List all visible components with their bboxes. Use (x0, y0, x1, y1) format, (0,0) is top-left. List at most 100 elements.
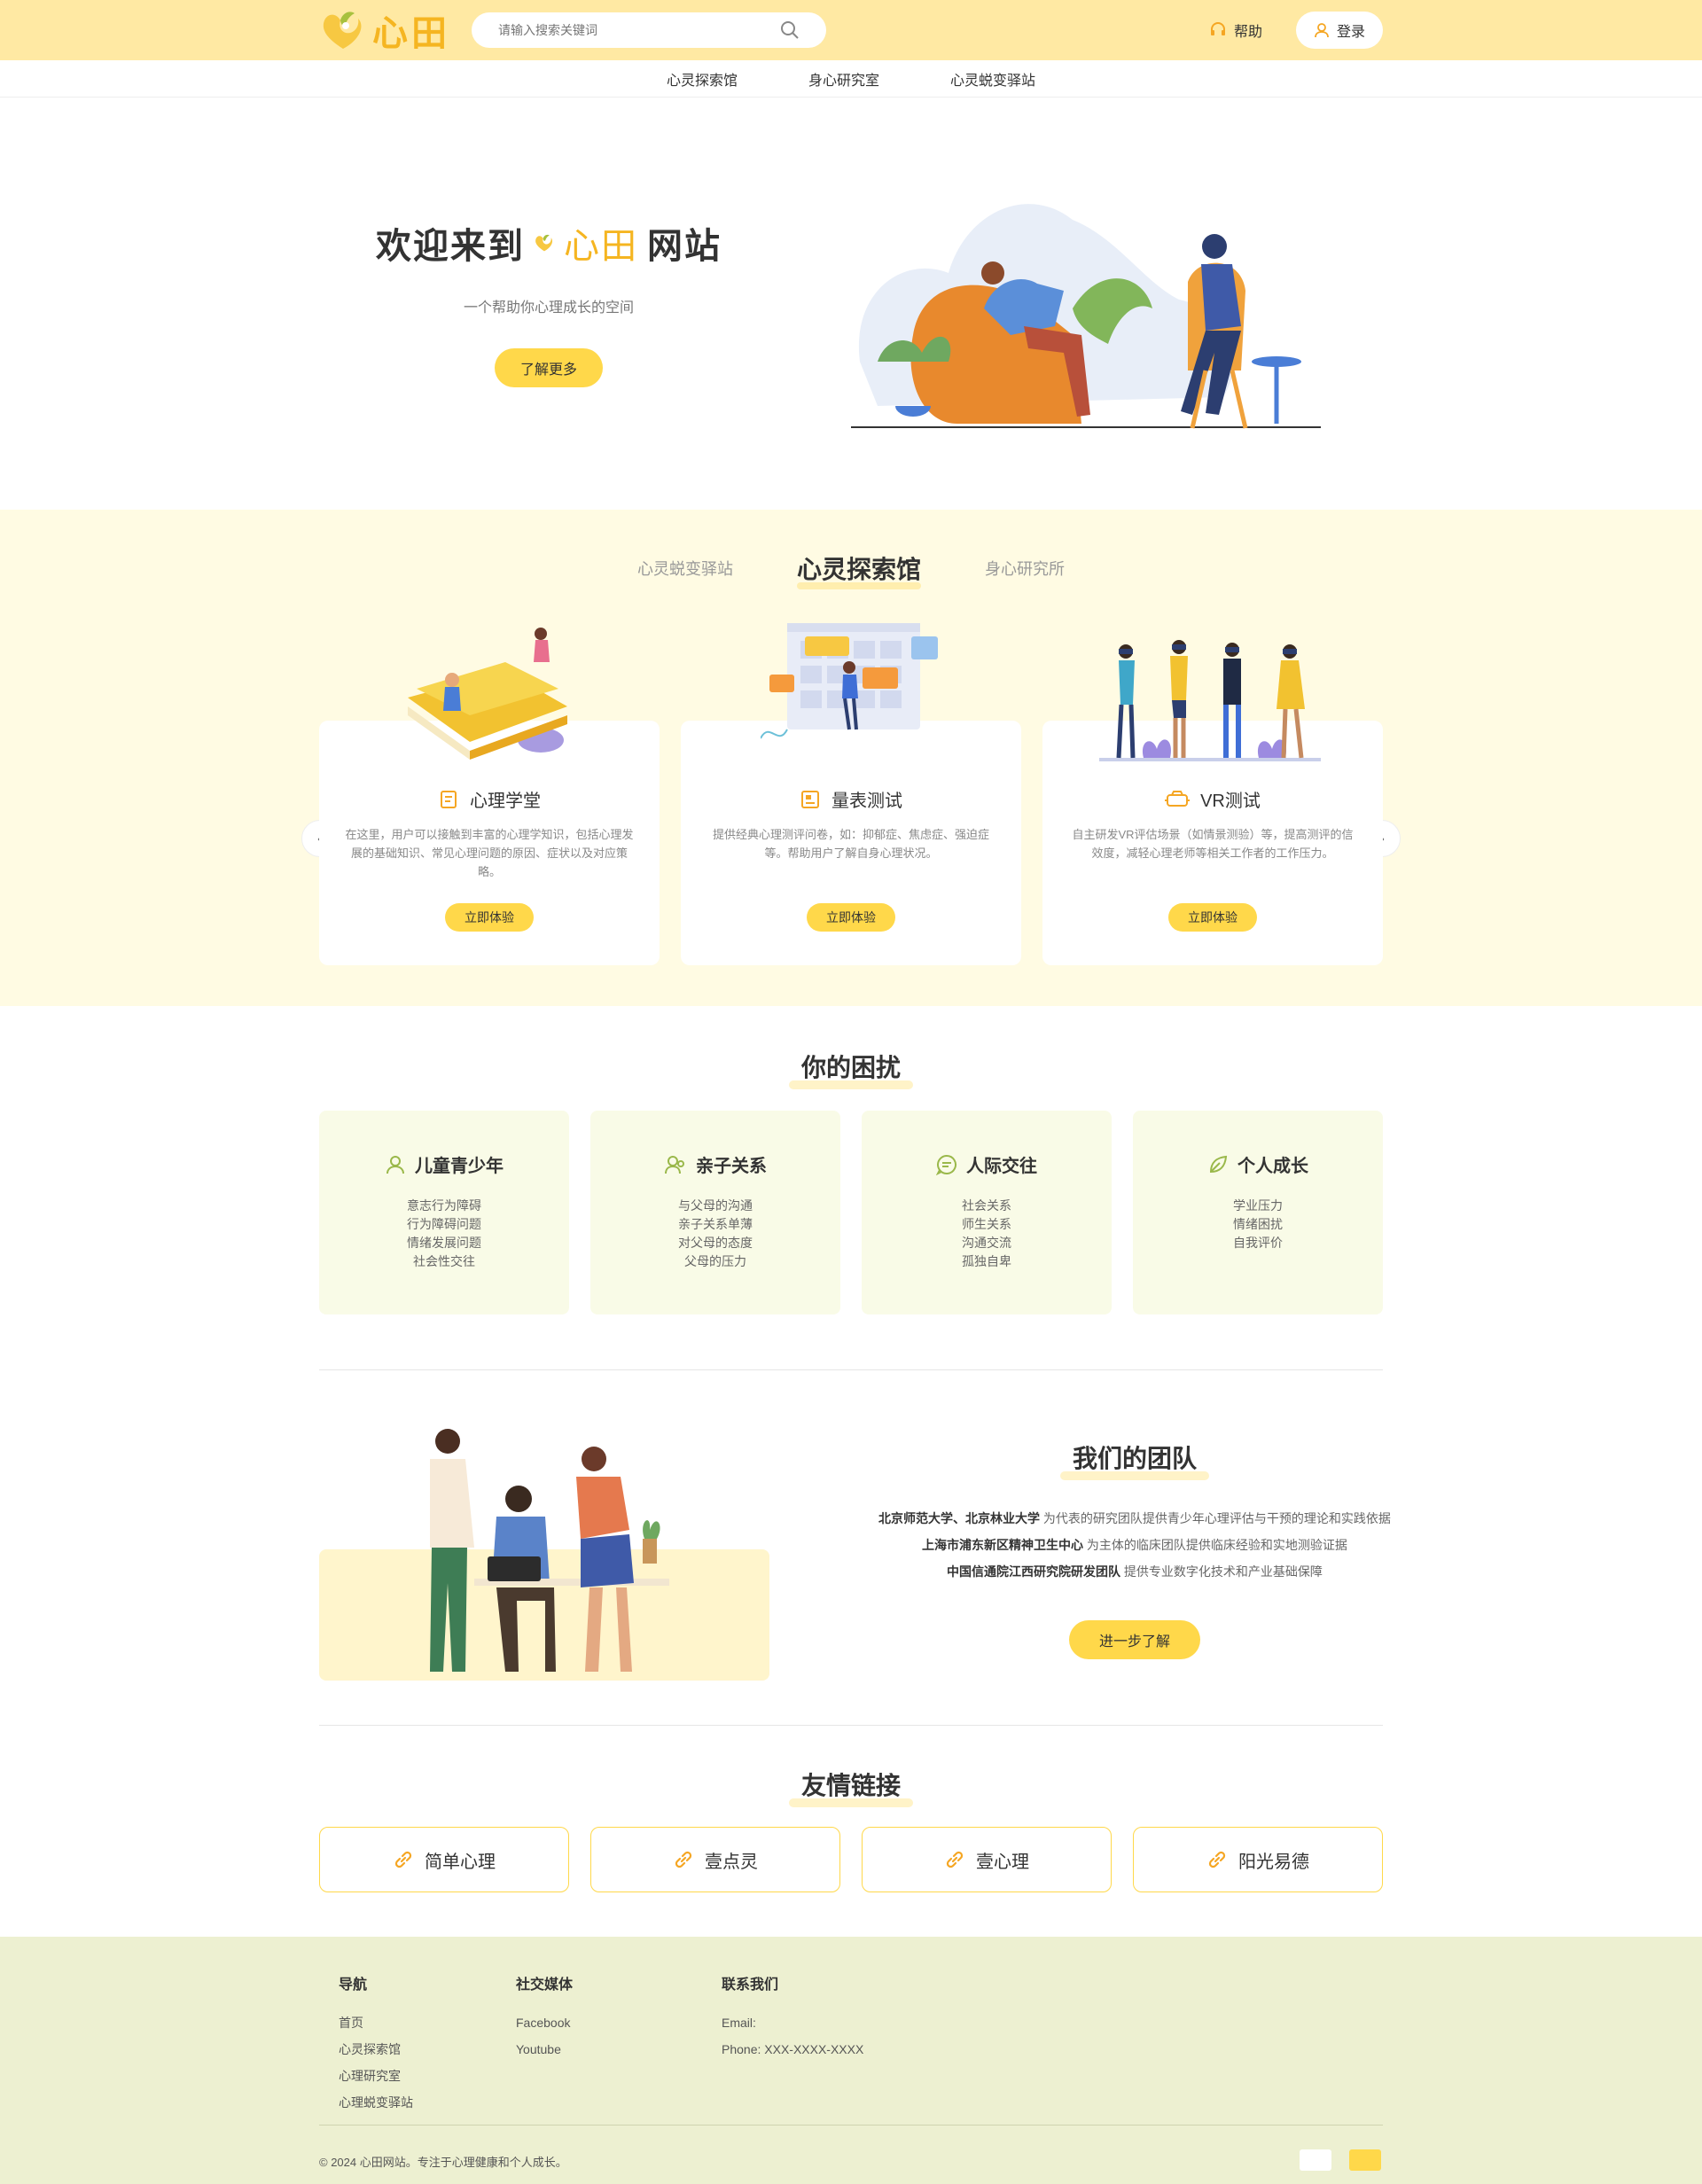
site-logo[interactable]: 心田 (319, 4, 450, 56)
link-icon (946, 1851, 964, 1868)
team-line-org: 北京师范大学、北京林业大学 (878, 1511, 1041, 1525)
trouble-card[interactable]: 人际交往 社会关系 师生关系 沟通交流 孤独自卑 (862, 1111, 1112, 1314)
footer-phone: Phone: XXX-XXXX-XXXX (722, 2042, 864, 2056)
team-line-org: 中国信通院江西研究院研发团队 (947, 1564, 1121, 1579)
survey-board-illustration (761, 623, 938, 739)
search-input[interactable] (498, 23, 764, 37)
friend-link[interactable]: 壹心理 (862, 1827, 1112, 1892)
footer-link-explore[interactable]: 心灵探索馆 (339, 2036, 413, 2063)
family-icon (665, 1155, 684, 1174)
link-icon (675, 1851, 692, 1868)
hero-title: 欢迎来到 心田 网站 (376, 217, 722, 269)
hero-subtitle: 一个帮助你心理成长的空间 (463, 300, 634, 316)
trouble-card-title: 儿童青少年 (415, 1157, 504, 1176)
nav-item-explore[interactable]: 心灵探索馆 (667, 68, 738, 90)
hero-title-after: 网站 (647, 227, 722, 266)
clipboard-icon (801, 790, 819, 808)
footer-divider (319, 2125, 1383, 2126)
trouble-card[interactable]: 儿童青少年 意志行为障碍 行为障碍问题 情绪发展问题 社会性交往 (319, 1111, 569, 1314)
list-item: 沟通交流 (962, 1236, 1011, 1250)
help-button[interactable]: 帮助 (1209, 20, 1262, 41)
search-box[interactable] (472, 12, 826, 48)
footer-social-title: 社交媒体 (516, 1977, 574, 1993)
copyright-text: © 2024 心田网站。专注于心理健康和个人成长。 (319, 2156, 567, 2169)
headset-icon (1210, 22, 1225, 35)
heart-logo-icon (535, 234, 553, 252)
search-icon[interactable] (780, 20, 800, 40)
chat-icon (936, 1154, 956, 1175)
team-title: 我们的团队 (1059, 1439, 1210, 1480)
footer-yellow-swatch (1349, 2149, 1381, 2171)
footer-nav-title: 导航 (339, 1977, 368, 1993)
trouble-list: 与父母的沟通 亲子关系单薄 对父母的态度 父母的压力 (590, 1197, 840, 1271)
nav-item-lab[interactable]: 身心研究室 (808, 68, 879, 90)
friend-link[interactable]: 壹点灵 (590, 1827, 840, 1892)
list-item: 社会性交往 (413, 1254, 475, 1268)
card-title-text: 心理学堂 (470, 792, 541, 811)
links-title: 友情链接 (788, 1767, 914, 1807)
trouble-card-title: 亲子关系 (696, 1157, 767, 1176)
footer-white-swatch (1300, 2149, 1331, 2171)
leaf-icon (1209, 1155, 1228, 1173)
list-item: 亲子关系单薄 (678, 1217, 753, 1231)
team-line-text: 为主体的临床团队提供临床经验和实地测验证据 (1083, 1538, 1347, 1552)
team-line: 中国信通院江西研究院研发团队 提供专业数字化技术和产业基础保障 (851, 1558, 1418, 1585)
footer-contact-title: 联系我们 (722, 1977, 779, 1993)
trouble-card[interactable]: 个人成长 学业压力 情绪困扰 自我评价 (1133, 1111, 1383, 1314)
try-now-button[interactable]: 立即体验 (1168, 903, 1257, 932)
footer-link-home[interactable]: 首页 (339, 2009, 413, 2036)
footer-link-lab[interactable]: 心理研究室 (339, 2063, 413, 2089)
list-item: 行为障碍问题 (407, 1217, 481, 1231)
team-line-text: 提供专业数字化技术和产业基础保障 (1120, 1564, 1323, 1579)
list-item: 情绪困扰 (1233, 1217, 1283, 1231)
trouble-card[interactable]: 亲子关系 与父母的沟通 亲子关系单薄 对父母的态度 父母的压力 (590, 1111, 840, 1314)
try-now-button[interactable]: 立即体验 (445, 903, 534, 932)
counseling-illustration (851, 204, 1321, 429)
footer-contact-column: 联系我们 Email: Phone: XXX-XXXX-XXXX (722, 1972, 863, 2063)
list-item: 对父母的态度 (678, 1236, 753, 1250)
nav-item-station[interactable]: 心灵蜕变驿站 (950, 68, 1035, 90)
team-line-text: 为代表的研究团队提供青少年心理评估与干预的理论和实践依据 (1040, 1511, 1391, 1525)
footer-link-facebook[interactable]: Facebook (516, 2009, 573, 2036)
footer-link-youtube[interactable]: Youtube (516, 2036, 573, 2063)
friend-link-label: 阳光易德 (1238, 1852, 1309, 1872)
footer-social-column: 社交媒体 Facebook Youtube (516, 1972, 573, 2063)
card-title: 心理学堂 (319, 786, 660, 812)
friend-link[interactable]: 简单心理 (319, 1827, 569, 1892)
hero-title-brand: 心田 (564, 227, 638, 266)
troubles-title: 你的困扰 (788, 1049, 914, 1089)
troubles-section: 你的困扰 儿童青少年 意志行为障碍 行为障碍问题 情绪发展问题 社会性交往 亲子… (0, 1006, 1702, 1369)
friend-link-label: 壹点灵 (705, 1852, 758, 1872)
team-description: 北京师范大学、北京林业大学 为代表的研究团队提供青少年心理评估与干预的理论和实践… (851, 1505, 1418, 1585)
try-now-button[interactable]: 立即体验 (807, 903, 895, 932)
card-title-text: 量表测试 (831, 792, 902, 811)
friend-link[interactable]: 阳光易德 (1133, 1827, 1383, 1892)
link-icon (1208, 1851, 1226, 1868)
site-footer: 导航 首页 心灵探索馆 心理研究室 心理蜕变驿站 社交媒体 Facebook Y… (0, 1937, 1702, 2184)
top-bar: 心田 帮助 登录 (0, 0, 1702, 60)
person-icon (386, 1155, 404, 1174)
footer-link-station[interactable]: 心理蜕变驿站 (339, 2089, 413, 2116)
list-item: 意志行为障碍 (407, 1198, 481, 1213)
hero-section: 欢迎来到 心田 网站 一个帮助你心理成长的空间 了解更多 (0, 98, 1702, 510)
card-title: 量表测试 (681, 786, 1021, 812)
link-icon (394, 1851, 412, 1868)
help-label: 帮助 (1233, 25, 1262, 40)
friend-link-label: 简单心理 (425, 1852, 496, 1872)
vr-headset-icon (1165, 790, 1191, 807)
learn-further-button[interactable]: 进一步了解 (1069, 1620, 1200, 1659)
friend-links-section: 友情链接 简单心理 壹点灵 壹心理 阳光易德 (0, 1726, 1702, 1937)
card-description: 自主研发VR评估场景（如情景测验）等，提高测评的信效度，减轻心理老师等相关工作者… (1072, 828, 1354, 860)
trouble-card-title: 个人成长 (1237, 1157, 1308, 1176)
list-item: 与父母的沟通 (678, 1198, 753, 1213)
user-icon (1315, 23, 1329, 38)
list-item: 社会关系 (962, 1198, 1011, 1213)
team-illustration (430, 1429, 669, 1672)
logo-text: 心田 (372, 13, 450, 54)
team-line: 上海市浦东新区精神卫生中心 为主体的临床团队提供临床经验和实地测验证据 (851, 1532, 1418, 1558)
learn-more-button[interactable]: 了解更多 (495, 348, 603, 387)
card-title-text: VR测试 (1200, 792, 1261, 811)
login-button[interactable]: 登录 (1295, 12, 1383, 49)
card-description: 在这里，用户可以接触到丰富的心理学知识，包括心理发展的基础知识、常见心理问题的原… (345, 828, 634, 878)
list-item: 师生关系 (962, 1217, 1011, 1231)
